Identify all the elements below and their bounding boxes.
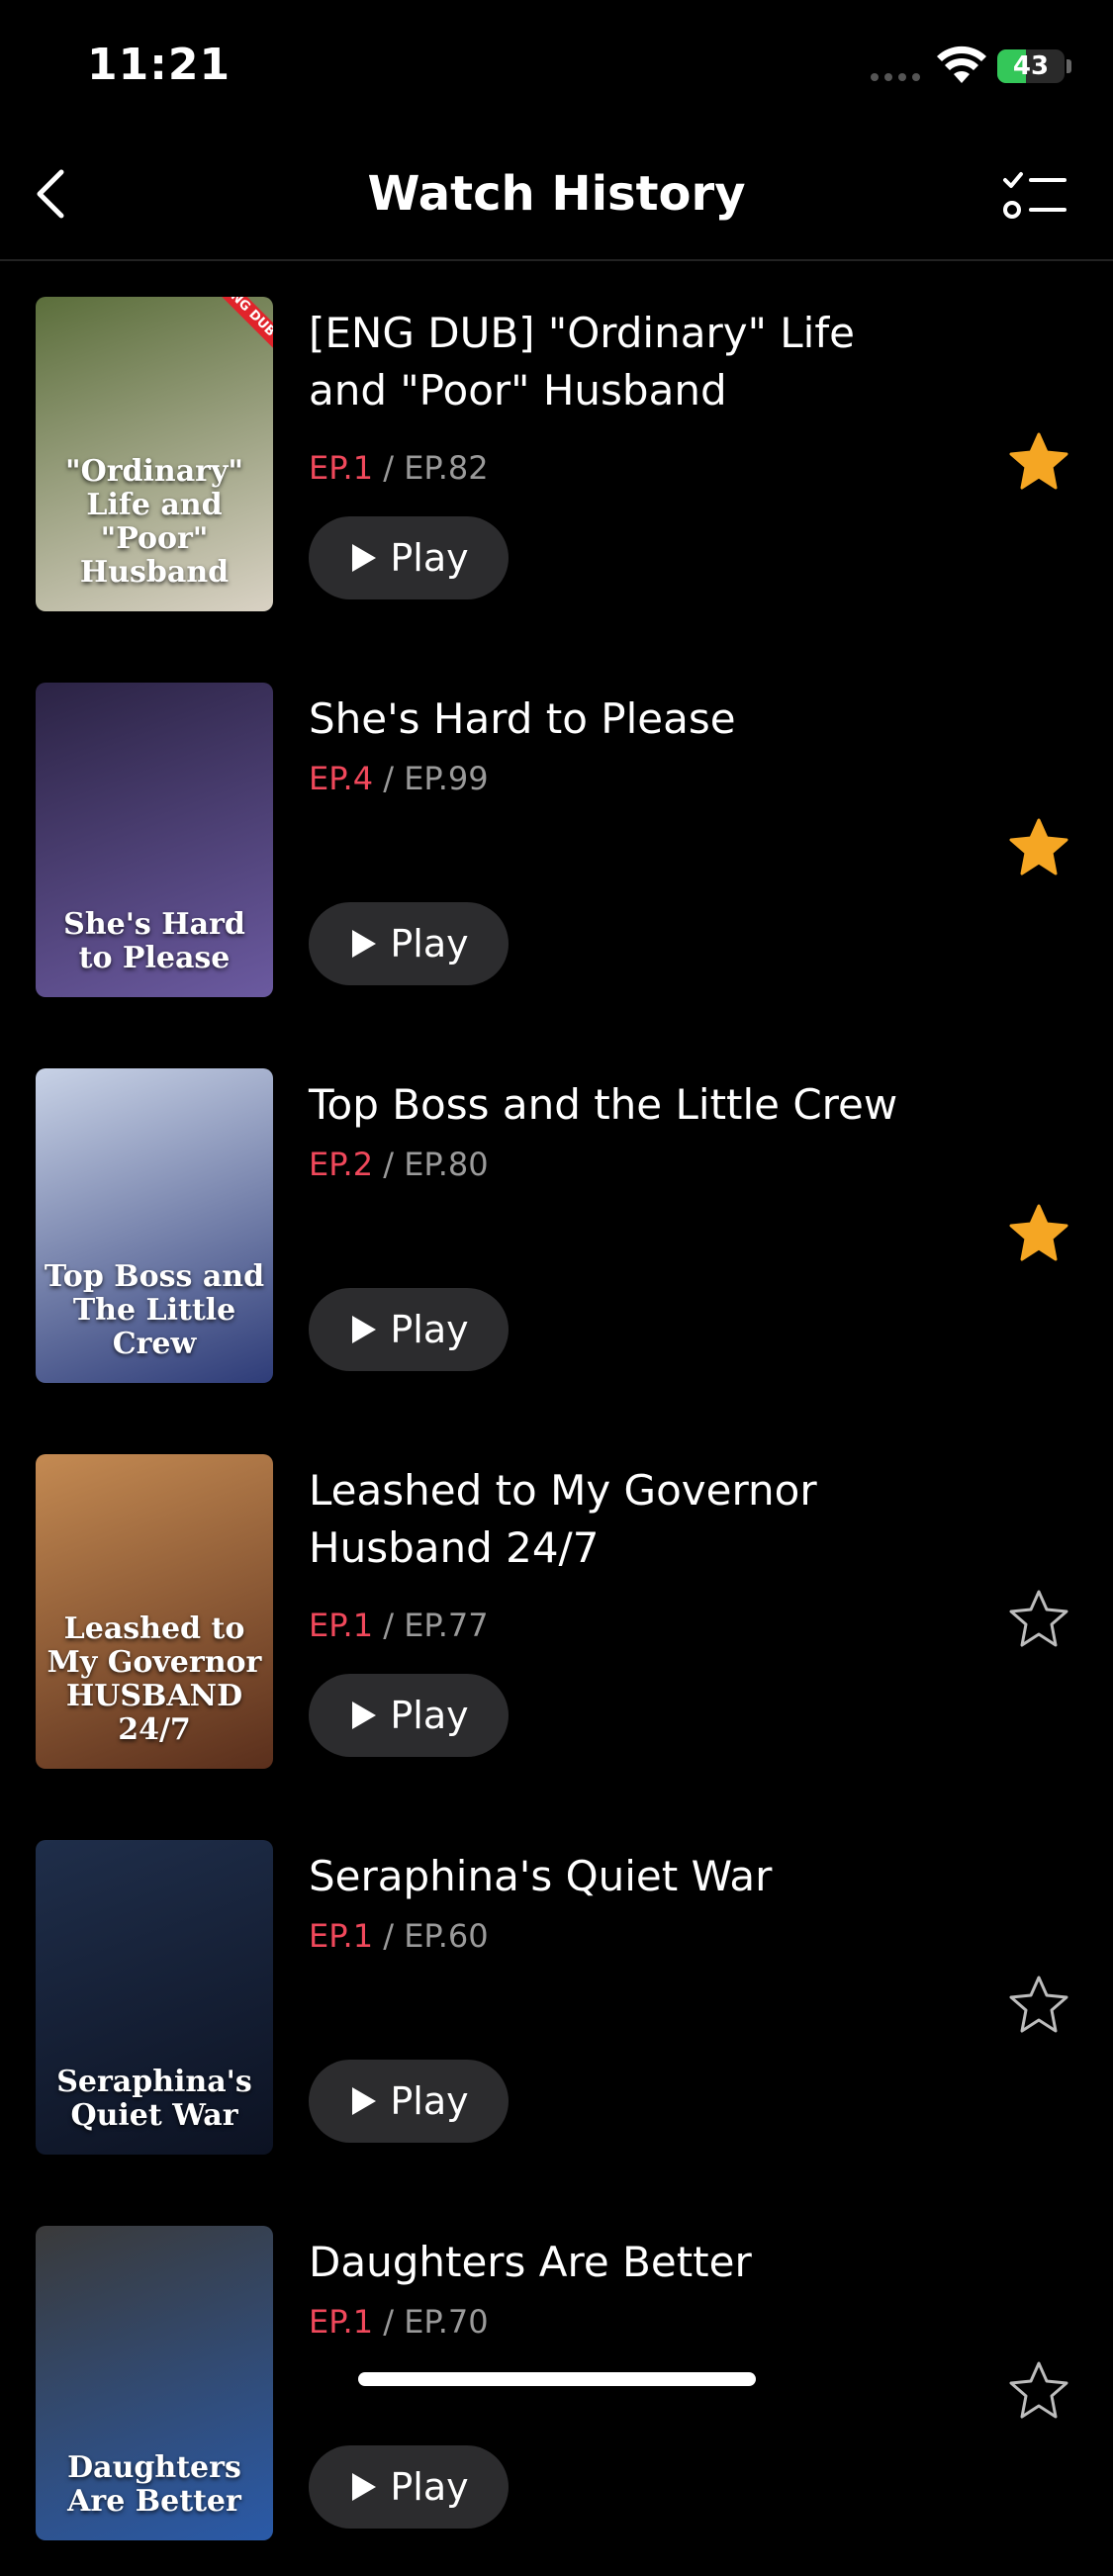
item-title[interactable]: Top Boss and the Little Crew bbox=[309, 1076, 942, 1134]
star-filled-icon[interactable] bbox=[1007, 430, 1070, 494]
item-title[interactable]: She's Hard to Please bbox=[309, 690, 942, 748]
play-icon bbox=[352, 930, 377, 958]
episode-progress: EP.1 / EP.77 bbox=[309, 1607, 489, 1644]
poster-image[interactable]: Daughters Are Better bbox=[36, 2226, 273, 2540]
current-episode: EP.4 bbox=[309, 760, 374, 797]
play-button[interactable]: Play bbox=[309, 2445, 509, 2529]
play-button[interactable]: Play bbox=[309, 1674, 509, 1757]
star-filled-icon[interactable] bbox=[1007, 1202, 1070, 1265]
episode-progress: EP.1 / EP.70 bbox=[309, 2303, 489, 2341]
status-bar: 11:21 43 bbox=[0, 0, 1113, 129]
cellular-signal-icon bbox=[871, 73, 920, 81]
play-label: Play bbox=[390, 536, 469, 580]
episode-progress: EP.1 / EP.82 bbox=[309, 449, 489, 487]
play-icon bbox=[352, 2473, 377, 2501]
history-item[interactable]: Leashed to My Governor HUSBAND 24/7 Leas… bbox=[0, 1419, 1113, 1804]
home-indicator[interactable] bbox=[358, 2372, 756, 2386]
play-label: Play bbox=[390, 1308, 469, 1351]
poster-image[interactable]: Top Boss and The Little Crew bbox=[36, 1068, 273, 1383]
episode-progress: EP.4 / EP.99 bbox=[309, 760, 489, 797]
play-icon bbox=[352, 2087, 377, 2115]
episode-progress: EP.2 / EP.80 bbox=[309, 1146, 489, 1183]
poster-caption: Daughters Are Better bbox=[67, 2450, 241, 2519]
play-button[interactable]: Play bbox=[309, 1288, 509, 1371]
star-outline-icon[interactable] bbox=[1007, 1974, 1070, 2037]
total-episodes: / EP.80 bbox=[383, 1146, 489, 1183]
total-episodes: / EP.70 bbox=[383, 2303, 489, 2341]
poster-caption: "Ordinary" Life and "Poor" Husband bbox=[64, 454, 244, 590]
poster-caption: Leashed to My Governor HUSBAND 24/7 bbox=[46, 1611, 262, 1747]
play-button[interactable]: Play bbox=[309, 2060, 509, 2143]
play-icon bbox=[352, 1702, 377, 1729]
star-filled-icon[interactable] bbox=[1007, 816, 1070, 879]
history-item[interactable]: She's Hard to Please She's Hard to Pleas… bbox=[0, 647, 1113, 1033]
item-title[interactable]: Leashed to My Governor Husband 24/7 bbox=[309, 1462, 942, 1577]
play-label: Play bbox=[390, 2079, 469, 2123]
poster-caption: She's Hard to Please bbox=[63, 907, 245, 975]
poster-image[interactable]: Seraphina's Quiet War bbox=[36, 1840, 273, 2155]
status-time: 11:21 bbox=[87, 40, 232, 90]
star-outline-icon[interactable] bbox=[1007, 1588, 1070, 1651]
manage-list-button[interactable] bbox=[1001, 168, 1068, 224]
play-button[interactable]: Play bbox=[309, 516, 509, 599]
total-episodes: / EP.99 bbox=[383, 760, 489, 797]
current-episode: EP.1 bbox=[309, 449, 374, 487]
eng-dub-badge: ENG DUB bbox=[208, 297, 273, 353]
star-outline-icon[interactable] bbox=[1007, 2359, 1070, 2423]
total-episodes: / EP.60 bbox=[383, 1917, 489, 1955]
page-title: Watch History bbox=[367, 166, 746, 222]
total-episodes: / EP.77 bbox=[383, 1607, 489, 1644]
wifi-icon bbox=[937, 46, 986, 83]
play-button[interactable]: Play bbox=[309, 902, 509, 985]
play-label: Play bbox=[390, 1694, 469, 1737]
history-item[interactable]: ENG DUB "Ordinary" Life and "Poor" Husba… bbox=[0, 261, 1113, 647]
poster-image[interactable]: Leashed to My Governor HUSBAND 24/7 bbox=[36, 1454, 273, 1769]
poster-caption: Seraphina's Quiet War bbox=[56, 2065, 252, 2133]
history-item[interactable]: Seraphina's Quiet War Seraphina's Quiet … bbox=[0, 1804, 1113, 2190]
current-episode: EP.1 bbox=[309, 2303, 374, 2341]
item-title[interactable]: Daughters Are Better bbox=[309, 2234, 942, 2291]
current-episode: EP.1 bbox=[309, 1607, 374, 1644]
battery-percent: 43 bbox=[1012, 51, 1050, 81]
history-item[interactable]: Top Boss and The Little Crew Top Boss an… bbox=[0, 1033, 1113, 1419]
current-episode: EP.2 bbox=[309, 1146, 374, 1183]
episode-progress: EP.1 / EP.60 bbox=[309, 1917, 489, 1955]
current-episode: EP.1 bbox=[309, 1917, 374, 1955]
play-label: Play bbox=[390, 922, 469, 966]
battery-icon: 43 bbox=[997, 49, 1065, 83]
play-icon bbox=[352, 1316, 377, 1343]
poster-image[interactable]: ENG DUB "Ordinary" Life and "Poor" Husba… bbox=[36, 297, 273, 611]
poster-image[interactable]: She's Hard to Please bbox=[36, 683, 273, 997]
play-icon bbox=[352, 544, 377, 572]
item-title[interactable]: [ENG DUB] "Ordinary" Life and "Poor" Hus… bbox=[309, 305, 942, 419]
poster-caption: Top Boss and The Little Crew bbox=[44, 1259, 265, 1361]
nav-header: Watch History bbox=[0, 129, 1113, 261]
play-label: Play bbox=[390, 2465, 469, 2509]
total-episodes: / EP.82 bbox=[383, 449, 489, 487]
item-title[interactable]: Seraphina's Quiet War bbox=[309, 1848, 942, 1905]
